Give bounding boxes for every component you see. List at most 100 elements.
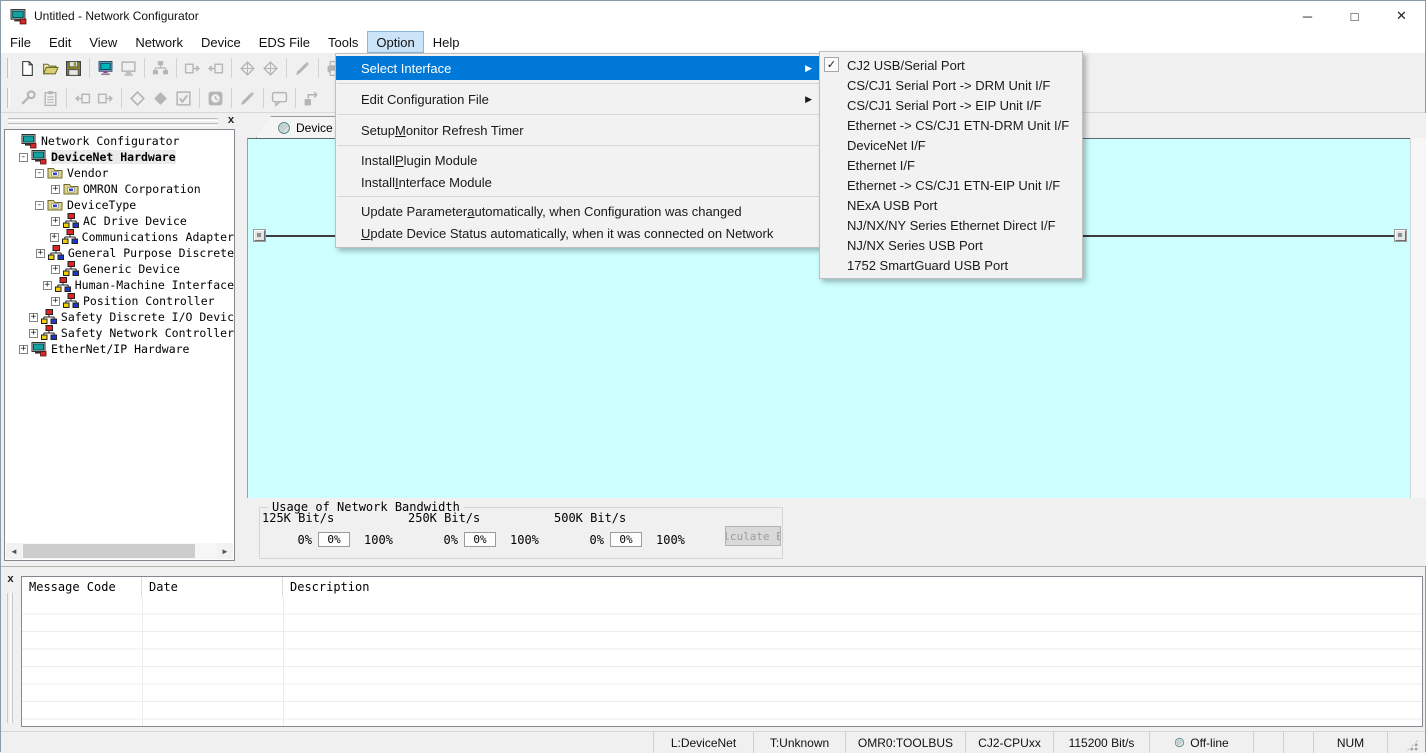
- clipboard-button[interactable]: [39, 86, 62, 110]
- menu-tools[interactable]: Tools: [319, 31, 367, 53]
- tree-item-position-controller[interactable]: + Position Controller: [5, 293, 234, 309]
- submenu-item-1752-smartguard-usb-port[interactable]: 1752 SmartGuard USB Port: [820, 255, 1082, 275]
- submenu-item-cs-cj1-serial-drm[interactable]: CS/CJ1 Serial Port -> DRM Unit I/F: [820, 75, 1082, 95]
- menu-help[interactable]: Help: [424, 31, 469, 53]
- submenu-item-devicenet-if[interactable]: DeviceNet I/F: [820, 135, 1082, 155]
- toolbar-grip[interactable]: [7, 58, 10, 78]
- tree-expand-toggle[interactable]: +: [51, 185, 60, 194]
- tree-collapse-toggle[interactable]: -: [35, 169, 44, 178]
- tree-horizontal-scrollbar[interactable]: ◄ ►: [6, 543, 233, 559]
- tree-item-devicetype[interactable]: - DeviceType: [5, 197, 234, 213]
- transfer-in-button[interactable]: [204, 56, 227, 80]
- menu-file[interactable]: File: [1, 31, 40, 53]
- column-date[interactable]: Date: [142, 577, 283, 597]
- tree-item-network-configurator[interactable]: Network Configurator: [5, 133, 234, 149]
- menu-eds-file[interactable]: EDS File: [250, 31, 319, 53]
- download-device-button[interactable]: [149, 86, 172, 110]
- tree-item-safety-network-controller[interactable]: + Safety Network Controller: [5, 325, 234, 341]
- open-file-button[interactable]: [39, 56, 62, 80]
- tree-expand-toggle[interactable]: +: [51, 265, 60, 274]
- scroll-left-arrow[interactable]: ◄: [6, 543, 22, 559]
- menu-item-setup-monitor-refresh-timer[interactable]: Setup Monitor Refresh Timer: [336, 118, 821, 142]
- usage-value-field[interactable]: 0%: [464, 532, 496, 547]
- tree-item-human-machine-interface[interactable]: + Human-Machine Interface: [5, 277, 234, 293]
- message-panel-grip[interactable]: [7, 593, 13, 723]
- scrollbar-thumb[interactable]: [23, 544, 195, 558]
- panel-close-button[interactable]: x: [224, 114, 238, 128]
- maximize-button[interactable]: □: [1331, 1, 1378, 31]
- connect-network-a-button[interactable]: [236, 56, 259, 80]
- tree-item-communications-adapter[interactable]: + Communications Adapter: [5, 229, 234, 245]
- menu-edit[interactable]: Edit: [40, 31, 80, 53]
- routing-table-button[interactable]: [300, 86, 323, 110]
- maintenance-tool-button[interactable]: [16, 86, 39, 110]
- submenu-item-cj2-usb-serial-port[interactable]: ✓ CJ2 USB/Serial Port: [820, 55, 1082, 75]
- column-message-code[interactable]: Message Code: [22, 577, 142, 597]
- submenu-item-nj-nx-ny-ethernet-direct[interactable]: NJ/NX/NY Series Ethernet Direct I/F: [820, 215, 1082, 235]
- import-device-button[interactable]: [71, 86, 94, 110]
- trunk-left-handle[interactable]: [254, 230, 265, 241]
- export-device-button[interactable]: [94, 86, 117, 110]
- tree-item-safety-discrete-io-device[interactable]: + Safety Discrete I/O Devic: [5, 309, 234, 325]
- submenu-item-ethernet-etn-drm[interactable]: Ethernet -> CS/CJ1 ETN-DRM Unit I/F: [820, 115, 1082, 135]
- canvas-vertical-scrollbar[interactable]: [1410, 138, 1426, 498]
- tree-collapse-toggle[interactable]: -: [19, 153, 28, 162]
- message-panel-close-button[interactable]: x: [4, 573, 17, 586]
- tree-item-omron-corporation[interactable]: + OMRON Corporation: [5, 181, 234, 197]
- panel-drag-grip[interactable]: [8, 118, 218, 128]
- tree-expand-toggle[interactable]: +: [43, 281, 52, 290]
- submenu-item-nexa-usb-port[interactable]: NExA USB Port: [820, 195, 1082, 215]
- tree-expand-toggle[interactable]: +: [19, 345, 28, 354]
- download-from-network-button[interactable]: [117, 56, 140, 80]
- menu-option[interactable]: Option: [367, 31, 423, 53]
- submenu-item-nj-nx-usb-port[interactable]: NJ/NX Series USB Port: [820, 235, 1082, 255]
- transfer-out-button[interactable]: [181, 56, 204, 80]
- menu-item-update-parameter-automatically[interactable]: Update Parameter automatically, when Con…: [336, 200, 821, 222]
- tree-item-ac-drive-device[interactable]: + AC Drive Device: [5, 213, 234, 229]
- menu-view[interactable]: View: [80, 31, 126, 53]
- submenu-item-ethernet-etn-eip[interactable]: Ethernet -> CS/CJ1 ETN-EIP Unit I/F: [820, 175, 1082, 195]
- menu-item-edit-configuration-file[interactable]: Edit Configuration File ▶: [336, 87, 821, 111]
- menu-item-update-device-status-automatically[interactable]: Update Device Status automatically, when…: [336, 222, 821, 244]
- toolbar-grip[interactable]: [7, 88, 10, 108]
- verify-device-button[interactable]: [172, 86, 195, 110]
- tree-expand-toggle[interactable]: +: [50, 233, 59, 242]
- tree-expand-toggle[interactable]: +: [29, 329, 38, 338]
- submenu-item-cs-cj1-serial-eip[interactable]: CS/CJ1 Serial Port -> EIP Unit I/F: [820, 95, 1082, 115]
- usage-value-field[interactable]: 0%: [318, 532, 350, 547]
- tree-expand-toggle[interactable]: +: [36, 249, 45, 258]
- menu-item-select-interface[interactable]: Select Interface ▶: [336, 56, 821, 80]
- usage-value-field[interactable]: 0%: [610, 532, 642, 547]
- calculate-eps-button[interactable]: alculate EP: [725, 526, 781, 546]
- tree-expand-toggle[interactable]: +: [29, 313, 38, 322]
- column-description[interactable]: Description: [283, 577, 1422, 597]
- device-properties-button[interactable]: [236, 86, 259, 110]
- menu-network[interactable]: Network: [126, 31, 192, 53]
- upload-device-button[interactable]: [126, 86, 149, 110]
- menu-item-install-plugin-module[interactable]: Install Plugin Module: [336, 149, 821, 171]
- network-devices-button[interactable]: [149, 56, 172, 80]
- tree-item-devicenet-hardware[interactable]: - DeviceNet Hardware: [5, 149, 234, 165]
- resize-grip-icon[interactable]: [1406, 739, 1419, 752]
- edit-connection-button[interactable]: [291, 56, 314, 80]
- tree-expand-toggle[interactable]: +: [51, 217, 60, 226]
- tree-item-vendor[interactable]: - Vendor: [5, 165, 234, 181]
- tree-item-ethernet-ip-hardware[interactable]: + EtherNet/IP Hardware: [5, 341, 234, 357]
- close-button[interactable]: ✕: [1378, 1, 1425, 31]
- tree-collapse-toggle[interactable]: -: [35, 201, 44, 210]
- connect-network-b-button[interactable]: [259, 56, 282, 80]
- tree-item-general-purpose-discrete[interactable]: + General Purpose Discrete: [5, 245, 234, 261]
- monitor-device-button[interactable]: [204, 86, 227, 110]
- message-list-body[interactable]: [22, 597, 1422, 726]
- message-monitor-button[interactable]: [268, 86, 291, 110]
- menu-device[interactable]: Device: [192, 31, 250, 53]
- minimize-button[interactable]: ─: [1284, 1, 1331, 31]
- menu-item-install-interface-module[interactable]: Install Interface Module: [336, 171, 821, 193]
- tree-expand-toggle[interactable]: +: [51, 297, 60, 306]
- save-file-button[interactable]: [62, 56, 85, 80]
- new-file-button[interactable]: [16, 56, 39, 80]
- trunk-right-handle[interactable]: [1395, 230, 1406, 241]
- scroll-right-arrow[interactable]: ►: [217, 543, 233, 559]
- tree-item-generic-device[interactable]: + Generic Device: [5, 261, 234, 277]
- upload-to-network-button[interactable]: [94, 56, 117, 80]
